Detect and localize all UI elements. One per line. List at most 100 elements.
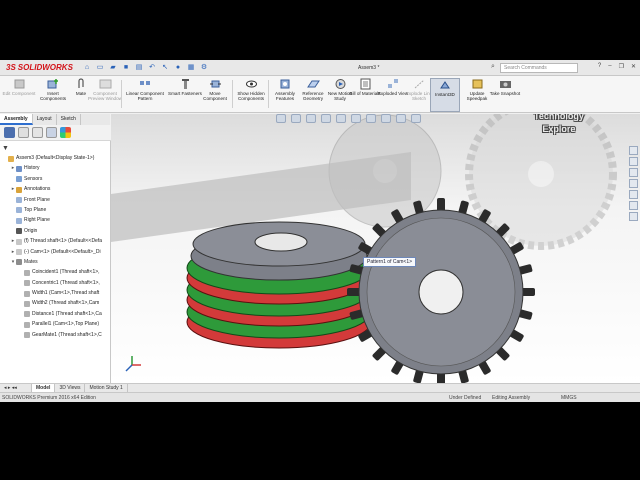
smart-fasteners-button[interactable]: Smart Fasteners xyxy=(168,78,202,112)
toolbar-separator xyxy=(121,80,122,108)
explode-line-sketch-icon xyxy=(414,79,424,89)
app-logo[interactable]: 3S SOLIDWORKS xyxy=(6,63,73,72)
new-document-icon[interactable]: ▭ xyxy=(95,63,105,73)
tree-item[interactable]: ▸ (f) Thread shaft<1> (Default<<Defa xyxy=(0,236,111,246)
undo-icon[interactable]: ↶ xyxy=(147,63,157,73)
zoom-area-icon[interactable] xyxy=(291,114,301,123)
main-gear xyxy=(347,198,535,383)
mate-icon xyxy=(24,311,30,318)
configuration-manager-tab-icon[interactable] xyxy=(32,127,43,138)
tree-item-label: Width2 (Thread shaft<1>,Cam xyxy=(32,300,100,307)
edit-appearance-icon[interactable] xyxy=(381,114,391,123)
tree-item-label: Right Plane xyxy=(24,217,50,224)
command-manager: Edit Component Insert Components Mate Co… xyxy=(0,76,640,113)
status-bar: SOLIDWORKS Premium 2016 x64 Edition Unde… xyxy=(0,392,640,402)
rebuild-icon[interactable]: ● xyxy=(173,63,183,73)
feature-manager-tab-icon[interactable] xyxy=(4,127,15,138)
tree-item[interactable]: Sensors xyxy=(0,174,111,184)
previous-view-icon[interactable] xyxy=(306,114,316,123)
tree-item[interactable]: GearMate1 (Thread shaft<1>,C xyxy=(0,330,111,340)
tree-item[interactable]: Assem3 (Default<Display State-1>) xyxy=(0,153,111,163)
units-selector[interactable]: MMGS xyxy=(561,395,577,401)
search-commands-input[interactable]: Search Commands xyxy=(500,63,578,73)
view-orientation-icon[interactable] xyxy=(336,114,346,123)
save-icon[interactable]: ■ xyxy=(121,63,131,73)
tab-layout[interactable]: Layout xyxy=(33,114,57,125)
tree-item[interactable]: ▾ Mates xyxy=(0,257,111,267)
tab-3d-views[interactable]: 3D Views xyxy=(55,384,86,392)
tree-item[interactable]: ▸ Annotations xyxy=(0,184,111,194)
print-icon[interactable]: ▤ xyxy=(134,63,144,73)
tree-item[interactable]: Top Plane xyxy=(0,205,111,215)
hide-show-items-icon[interactable] xyxy=(366,114,376,123)
exploded-view-icon xyxy=(387,79,398,88)
tab-model[interactable]: Model xyxy=(32,384,56,392)
file-properties-icon[interactable]: ▦ xyxy=(186,63,196,73)
tree-item-label: Concentric1 (Thread shaft<1>, xyxy=(32,279,100,286)
solidworks-resources-icon[interactable] xyxy=(629,146,638,155)
search-icon[interactable]: ⌕ xyxy=(491,63,495,71)
file-explorer-icon[interactable] xyxy=(629,168,638,177)
status-edition: SOLIDWORKS Premium 2016 x64 Edition xyxy=(2,395,96,401)
tree-item[interactable]: Width2 (Thread shaft<1>,Cam xyxy=(0,298,111,308)
apply-scene-icon[interactable] xyxy=(396,114,406,123)
tab-scroll-arrows[interactable]: ◂ ▸ ◂◂ xyxy=(0,384,32,392)
close-icon[interactable]: ✕ xyxy=(631,63,636,70)
home-icon[interactable]: ⌂ xyxy=(82,63,92,73)
tree-item[interactable]: Front Plane xyxy=(0,195,111,205)
tree-item[interactable]: Width1 (Cam<1>,Thread shaft xyxy=(0,288,111,298)
linear-component-pattern-label: Linear Component Pattern xyxy=(126,91,164,101)
linear-pattern-icon xyxy=(139,81,150,85)
graphics-area[interactable]: Technology Explore Pattern1 of Cam<1> xyxy=(111,114,640,383)
linear-component-pattern-button[interactable]: Linear Component Pattern xyxy=(124,78,166,112)
tree-item[interactable]: Distance1 (Thread shaft<1>,Ca xyxy=(0,309,111,319)
tree-item[interactable]: ▸ History xyxy=(0,163,111,173)
tab-assembly[interactable]: Assembly xyxy=(0,114,33,125)
appearances-icon[interactable] xyxy=(629,190,638,199)
tree-item-label: (f) Thread shaft<1> (Default<<Defa xyxy=(24,238,103,245)
show-hidden-components-button[interactable]: Show Hidden Components xyxy=(234,78,268,112)
filter-icon[interactable]: ▼ xyxy=(2,145,9,152)
watermark-line-2: Explore xyxy=(542,124,576,134)
tree-item[interactable]: Parallel1 (Cam<1>,Top Plane) xyxy=(0,319,111,329)
tree-item[interactable]: Concentric1 (Thread shaft<1>, xyxy=(0,278,111,288)
solidworks-forum-icon[interactable] xyxy=(629,212,638,221)
mates-icon xyxy=(16,259,22,266)
title-bar: 3S SOLIDWORKS ⌂ ▭ ▰ ■ ▤ ↶ ↖ ● ▦ ⚙ Assem3 … xyxy=(0,60,640,76)
tree-item-label: (-) Cam<1> (Default<<Default>_Di xyxy=(24,248,101,255)
restore-icon[interactable]: ❐ xyxy=(619,63,624,70)
tree-item[interactable]: ▸ (-) Cam<1> (Default<<Default>_Di xyxy=(0,247,111,257)
zoom-to-fit-icon[interactable] xyxy=(276,114,286,123)
component-preview-window-button[interactable]: Component Preview Window xyxy=(88,78,122,112)
tree-item[interactable]: Origin xyxy=(0,226,111,236)
task-pane-tabs xyxy=(629,146,640,221)
quick-access-toolbar: ⌂ ▭ ▰ ■ ▤ ↶ ↖ ● ▦ ⚙ xyxy=(82,63,209,73)
instant3d-button[interactable]: Instant3D xyxy=(430,78,460,112)
display-manager-tab-icon[interactable] xyxy=(60,127,71,138)
display-style-icon[interactable] xyxy=(351,114,361,123)
move-component-button[interactable]: Move Component xyxy=(198,78,232,112)
minimize-icon[interactable]: – xyxy=(608,63,611,70)
select-arrow-icon[interactable]: ↖ xyxy=(160,63,170,73)
view-palette-icon[interactable] xyxy=(629,179,638,188)
tree-item-label: Assem3 (Default<Display State-1>) xyxy=(16,155,95,161)
edit-component-button[interactable]: Edit Component xyxy=(2,78,36,112)
tab-motion-study-1[interactable]: Motion Study 1 xyxy=(85,384,128,392)
open-folder-icon[interactable]: ▰ xyxy=(108,63,118,73)
take-snapshot-button[interactable]: Take Snapshot xyxy=(488,78,522,112)
tree-item-label: GearMate1 (Thread shaft<1>,C xyxy=(32,331,102,338)
tree-item[interactable]: Coincident1 (Thread shaft<1>, xyxy=(0,267,111,277)
smart-fasteners-label: Smart Fasteners xyxy=(168,91,202,96)
tree-item-label: Distance1 (Thread shaft<1>,Ca xyxy=(32,310,102,317)
dimxpert-tab-icon[interactable] xyxy=(46,127,57,138)
tab-sketch[interactable]: Sketch xyxy=(57,114,81,125)
options-gear-icon[interactable]: ⚙ xyxy=(199,63,209,73)
view-settings-icon[interactable] xyxy=(411,114,421,123)
design-library-icon[interactable] xyxy=(629,157,638,166)
custom-properties-icon[interactable] xyxy=(629,201,638,210)
help-icon[interactable]: ? xyxy=(598,63,601,70)
tree-item[interactable]: Right Plane xyxy=(0,215,111,225)
mate-icon xyxy=(24,300,30,307)
section-view-icon[interactable] xyxy=(321,114,331,123)
property-manager-tab-icon[interactable] xyxy=(18,127,29,138)
